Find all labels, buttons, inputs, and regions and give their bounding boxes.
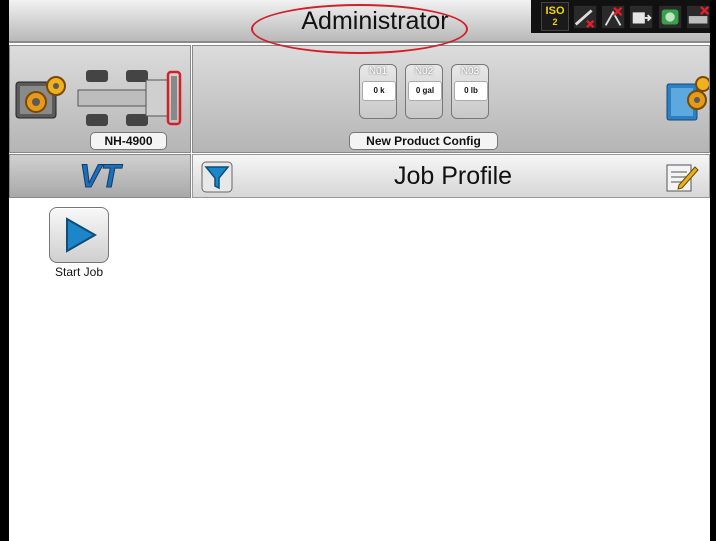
job-profile-title: Job Profile bbox=[393, 162, 513, 190]
tank-n03-value: 0 lb bbox=[454, 81, 488, 101]
play-icon bbox=[66, 217, 98, 253]
equipment-name-label: NH-4900 bbox=[90, 132, 167, 150]
start-job-tile[interactable]: Start Job bbox=[43, 207, 123, 279]
equipment-panel[interactable]: NH-4900 bbox=[9, 45, 191, 153]
product-config-icon[interactable] bbox=[665, 74, 709, 124]
product-config-label: New Product Config bbox=[349, 132, 498, 150]
iso-label: ISO bbox=[545, 4, 565, 17]
filter-icon[interactable] bbox=[201, 161, 233, 193]
start-job-label: Start Job bbox=[54, 265, 104, 279]
vt-logo-icon: VT bbox=[79, 159, 123, 193]
iso-icon[interactable]: ISO 2 bbox=[541, 2, 570, 31]
iso-count: 2 bbox=[552, 16, 558, 27]
equipment-config-icon[interactable] bbox=[12, 74, 72, 124]
tank-n02-name: N02 bbox=[414, 66, 434, 77]
product-panel[interactable]: N01 0 k N02 0 gal N03 0 lb New Product C… bbox=[192, 45, 710, 153]
status-bar: ISO 2 bbox=[531, 0, 710, 33]
logging-icon[interactable] bbox=[629, 4, 653, 30]
left-border bbox=[0, 0, 9, 541]
edit-icon[interactable] bbox=[665, 161, 699, 193]
tank-n01-name: N01 bbox=[368, 66, 388, 77]
job-profile-content: Start Job bbox=[9, 198, 710, 541]
tank-n03-name: N03 bbox=[460, 66, 480, 77]
implement-status-icon[interactable] bbox=[658, 4, 682, 30]
tank-n02-value: 0 gal bbox=[408, 81, 442, 101]
tank-n03[interactable]: N03 0 lb bbox=[451, 64, 489, 119]
tank-n01-value: 0 k bbox=[362, 81, 396, 101]
start-job-button[interactable] bbox=[49, 207, 109, 263]
gps-warning-icon[interactable] bbox=[573, 4, 597, 30]
vehicle-icon bbox=[77, 70, 182, 126]
antenna-warning-icon[interactable] bbox=[601, 4, 625, 30]
tank-n01[interactable]: N01 0 k bbox=[359, 64, 397, 119]
vt-logo-text: VT bbox=[80, 159, 123, 193]
title-highlight-ring bbox=[251, 4, 468, 54]
right-border bbox=[710, 0, 716, 541]
section-warning-icon[interactable] bbox=[686, 4, 710, 30]
job-profile-header: Job Profile bbox=[192, 154, 710, 198]
vt-tab[interactable]: VT bbox=[9, 154, 191, 198]
tank-n02[interactable]: N02 0 gal bbox=[405, 64, 443, 119]
